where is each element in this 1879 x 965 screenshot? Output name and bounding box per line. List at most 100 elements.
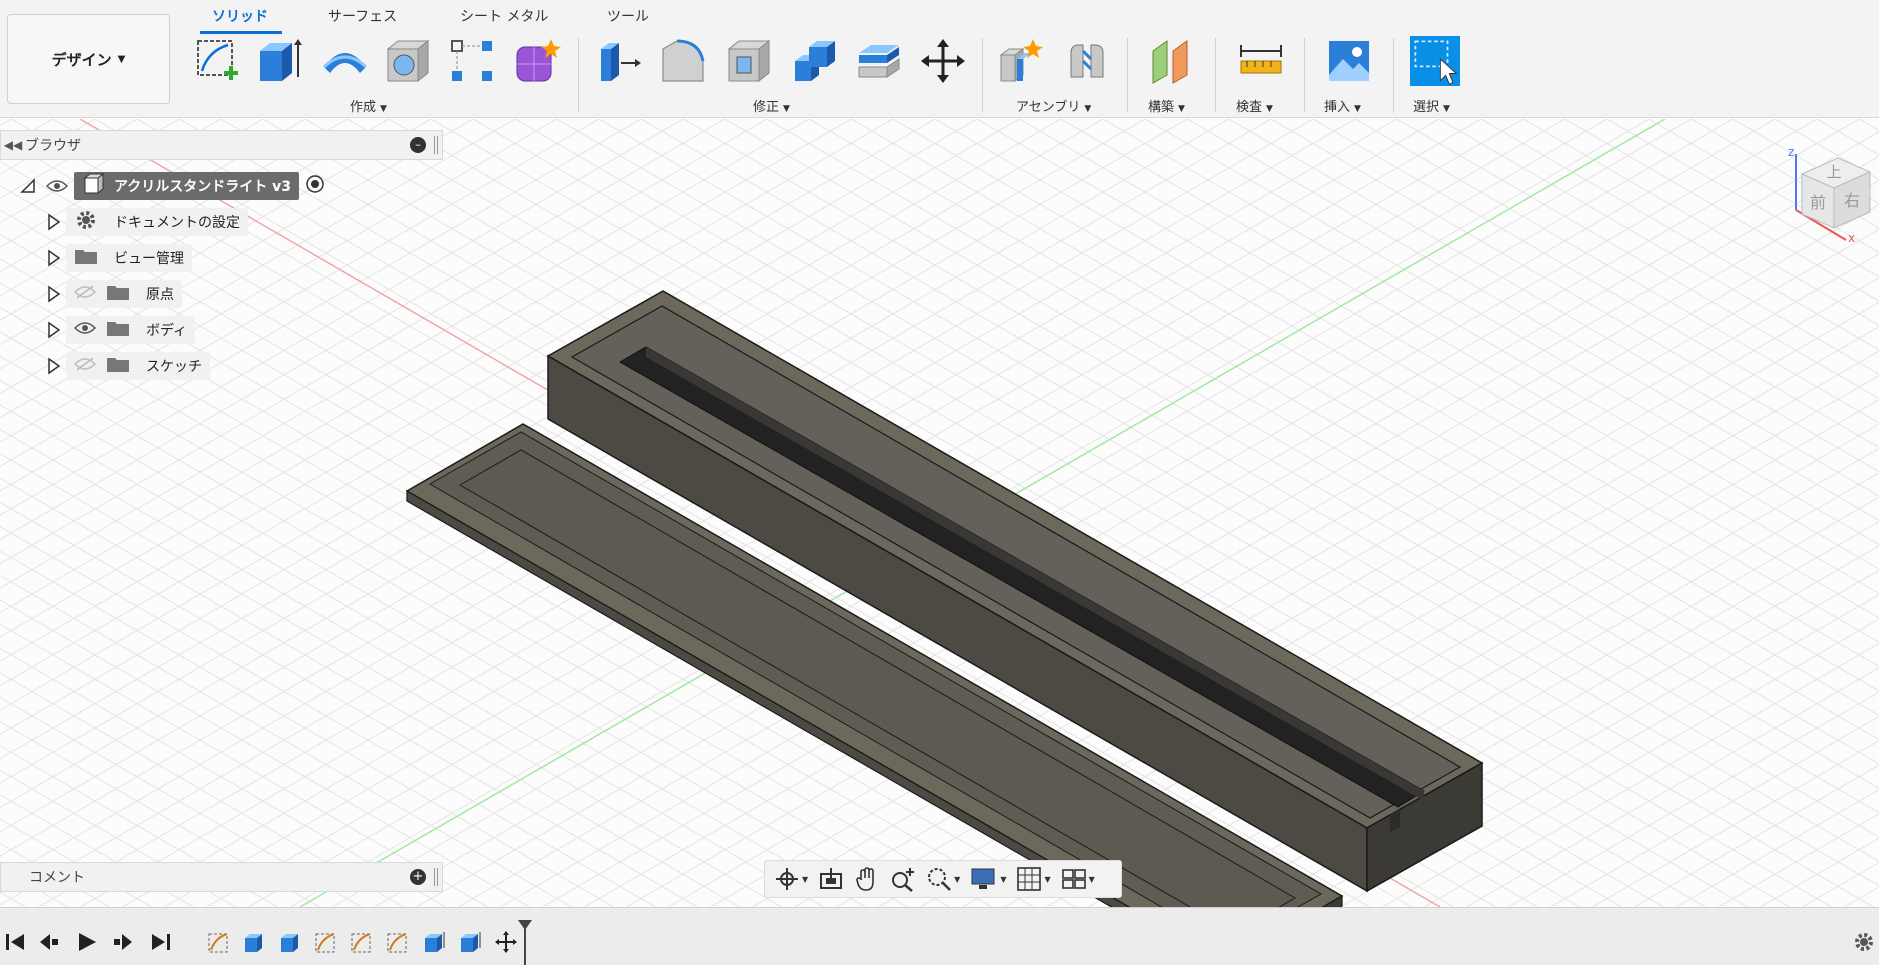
revolve-icon[interactable] — [320, 34, 370, 88]
zoom-window-button[interactable]: ▼ — [923, 864, 963, 894]
create-menu[interactable]: 作成 ▼ — [350, 96, 387, 115]
tree-item-document-settings[interactable]: ドキュメントの設定 — [42, 207, 248, 237]
timeline-sketch-feature[interactable] — [383, 928, 413, 956]
tree-root-row[interactable]: アクリルスタンドライト v3 — [16, 171, 325, 201]
chevron-down-icon: ▼ — [1354, 104, 1361, 114]
modify-menu[interactable]: 修正 ▼ — [753, 96, 790, 115]
root-component-chip[interactable]: アクリルスタンドライト v3 — [74, 172, 300, 200]
tree-chip[interactable]: スケッチ — [66, 352, 210, 380]
eye-icon[interactable] — [73, 321, 97, 339]
extrude-icon[interactable] — [253, 34, 303, 88]
tab-tools[interactable]: ツール — [607, 4, 649, 32]
play-icon[interactable] — [76, 930, 98, 954]
next-icon[interactable] — [112, 930, 134, 954]
timeline-settings-gear-icon[interactable] — [1852, 930, 1876, 954]
tree-item-view-management[interactable]: ビュー管理 — [42, 243, 192, 273]
tree-collapse-icon[interactable] — [16, 178, 40, 194]
insert-menu[interactable]: 挿入 ▼ — [1324, 96, 1361, 115]
hole-icon[interactable] — [383, 34, 433, 88]
eye-icon[interactable] — [40, 179, 74, 193]
tab-solid[interactable]: ソリッド — [200, 4, 282, 34]
tree-item-origin[interactable]: 原点 — [42, 279, 182, 309]
timeline-marker[interactable] — [516, 918, 534, 965]
sketch-icon[interactable] — [193, 34, 243, 88]
insert-menu-label: 挿入 — [1324, 100, 1351, 115]
toolbar-divider — [1304, 38, 1305, 112]
panel-grip-icon[interactable] — [434, 136, 438, 154]
pan-button[interactable] — [851, 864, 883, 894]
assemble-menu[interactable]: アセンブリ ▼ — [1016, 96, 1091, 115]
grid-settings-button[interactable]: ▼ — [1013, 864, 1053, 894]
fillet-icon[interactable] — [658, 34, 708, 88]
tree-item-bodies[interactable]: ボディ — [42, 315, 196, 345]
insert-image-icon[interactable] — [1324, 34, 1374, 88]
eye-hidden-icon[interactable] — [73, 357, 97, 375]
move-icon[interactable] — [918, 34, 968, 88]
tree-expand-icon[interactable] — [42, 213, 66, 231]
tab-surface[interactable]: サーフェス — [328, 4, 397, 32]
display-icon — [971, 868, 995, 889]
select-menu[interactable]: 選択 ▼ — [1413, 96, 1450, 115]
tree-expand-icon[interactable] — [42, 321, 66, 339]
collapse-panel-icon[interactable]: ◀◀ — [1, 138, 25, 152]
zoom-window-icon — [928, 868, 952, 891]
press-pull-icon[interactable] — [594, 34, 644, 88]
orbit-tool-button[interactable]: ▼ — [771, 864, 811, 894]
construct-menu[interactable]: 構築 ▼ — [1148, 96, 1185, 115]
timeline-extrude-feature[interactable] — [275, 928, 305, 956]
tree-chip[interactable]: ボディ — [66, 316, 196, 344]
measure-icon[interactable] — [1236, 34, 1286, 88]
timeline-extrude-feature[interactable] — [455, 928, 485, 956]
folder-icon — [106, 319, 130, 341]
combine-icon[interactable] — [790, 34, 840, 88]
chevron-down-icon: ▼ — [1443, 104, 1450, 114]
workspace-switcher-button[interactable]: デザイン ▼ — [7, 14, 170, 104]
select-icon[interactable] — [1410, 34, 1460, 88]
timeline-sketch-feature[interactable] — [204, 928, 234, 956]
display-settings-button[interactable]: ▼ — [967, 864, 1009, 894]
plane-icon[interactable] — [1148, 34, 1198, 88]
form-icon[interactable] — [512, 34, 562, 88]
tree-expand-icon[interactable] — [42, 285, 66, 303]
add-comment-button[interactable]: + — [410, 869, 426, 885]
chevron-down-icon: ▼ — [1084, 104, 1092, 114]
tree-item-label: ボディ — [146, 323, 188, 339]
panel-grip-icon[interactable] — [434, 868, 438, 886]
zoom-button[interactable] — [887, 864, 919, 894]
inspect-menu[interactable]: 検査 ▼ — [1236, 96, 1273, 115]
last-icon[interactable] — [150, 930, 172, 954]
timeline-sketch-feature[interactable] — [311, 928, 341, 956]
chevron-down-icon: ▼ — [802, 874, 809, 884]
viewcube[interactable]: z x 上 前 右 — [1782, 144, 1874, 245]
hand-icon — [856, 867, 874, 891]
tree-chip[interactable]: ドキュメントの設定 — [66, 208, 248, 236]
tree-expand-icon[interactable] — [42, 357, 66, 375]
look-at-button[interactable] — [815, 864, 847, 894]
inspect-menu-label: 検査 — [1236, 100, 1263, 115]
eye-hidden-icon[interactable] — [73, 285, 97, 303]
new-component-icon[interactable] — [996, 34, 1046, 88]
minimize-browser-button[interactable]: – — [410, 137, 426, 153]
tab-sheet-metal[interactable]: シート メタル — [460, 4, 548, 32]
assemble-menu-label: アセンブリ — [1016, 100, 1081, 115]
pattern-icon[interactable] — [447, 34, 497, 88]
timeline-extrude-feature[interactable] — [239, 928, 269, 956]
timeline-extrude-feature[interactable] — [419, 928, 449, 956]
ground-grid — [0, 119, 1879, 907]
tree-item-sketches[interactable]: スケッチ — [42, 351, 210, 381]
comments-panel: コメント + — [0, 862, 443, 892]
tree-chip[interactable]: 原点 — [66, 280, 182, 308]
first-icon[interactable] — [4, 930, 26, 954]
tree-item-label: ドキュメントの設定 — [114, 215, 240, 231]
offset-face-icon[interactable] — [854, 34, 904, 88]
root-component-label: アクリルスタンドライト v3 — [114, 179, 292, 195]
canvas-viewport[interactable] — [0, 119, 1879, 907]
activate-component-icon[interactable] — [305, 174, 325, 198]
viewports-button[interactable]: ▼ — [1058, 864, 1098, 894]
timeline-sketch-feature[interactable] — [347, 928, 377, 956]
shell-icon[interactable] — [724, 34, 774, 88]
prev-icon[interactable] — [38, 930, 60, 954]
tree-expand-icon[interactable] — [42, 249, 66, 267]
joint-icon[interactable] — [1062, 34, 1112, 88]
tree-chip[interactable]: ビュー管理 — [66, 244, 192, 272]
